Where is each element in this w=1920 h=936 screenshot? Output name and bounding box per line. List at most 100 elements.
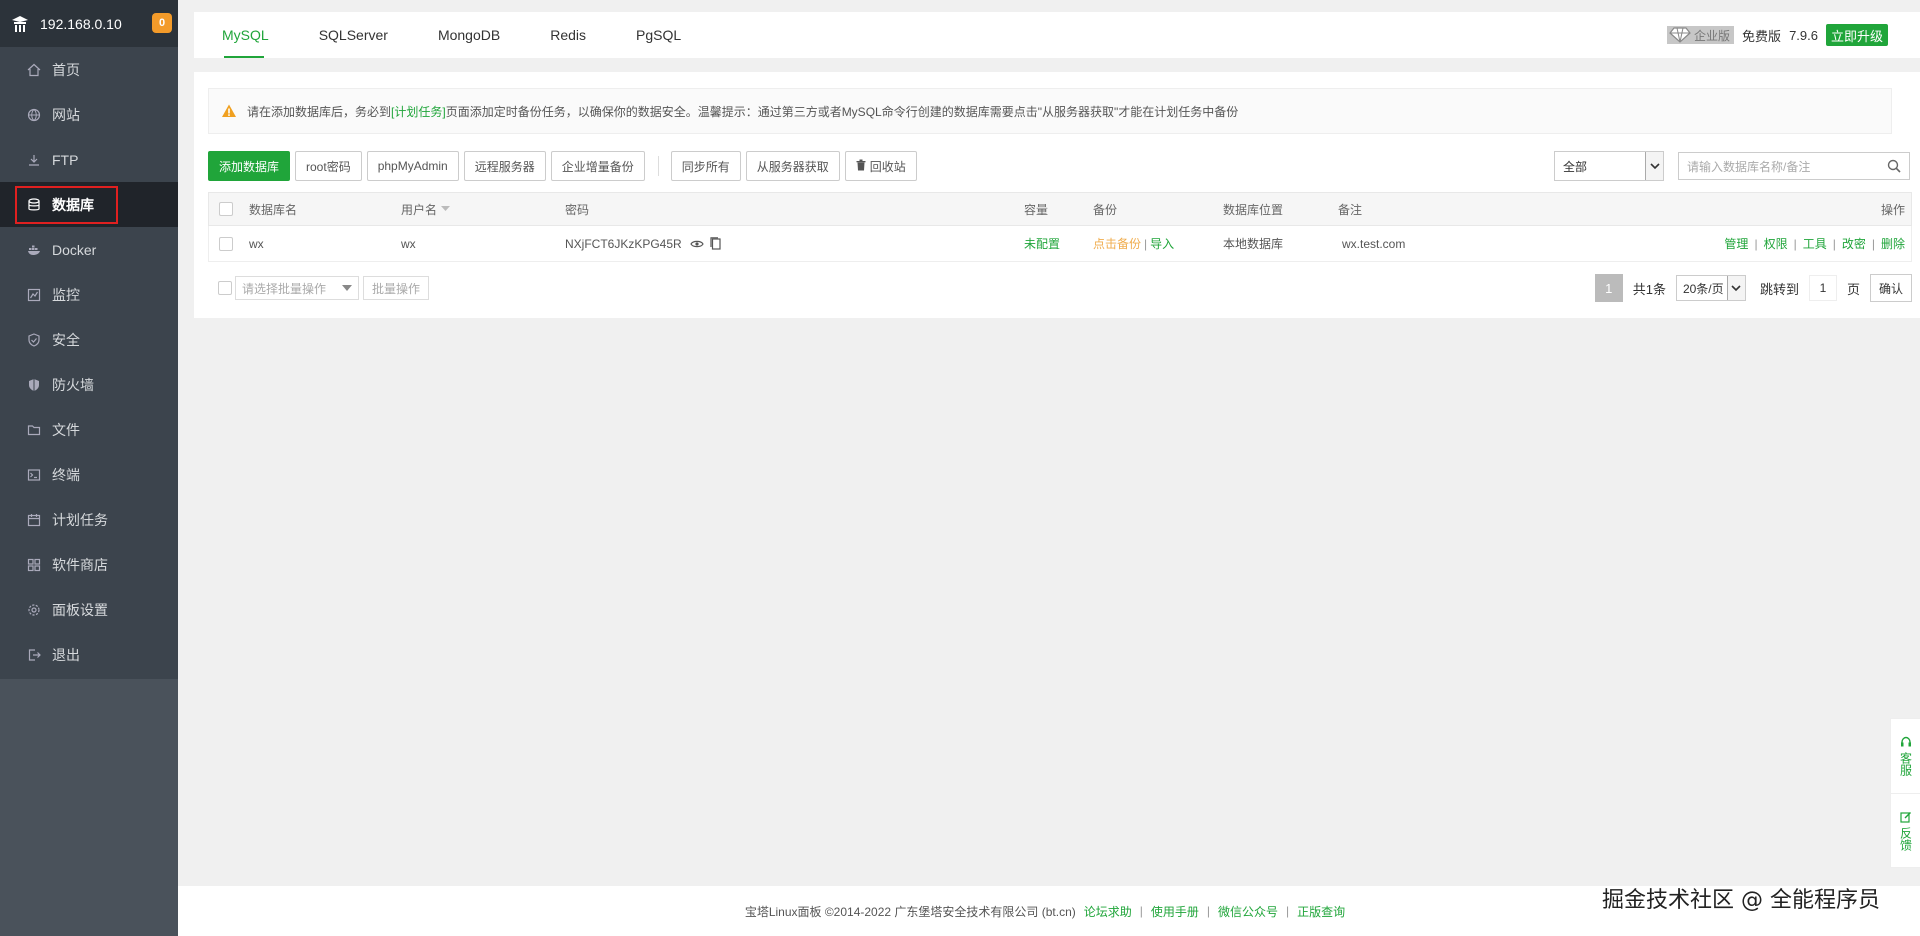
divider: | [1206,904,1211,918]
search-placeholder: 请输入数据库名称/备注 [1687,159,1811,174]
sidebar-item-monitor[interactable]: 监控 [0,272,178,317]
sidebar-item-docker[interactable]: Docker [0,227,178,272]
table-header: 数据库名 用户名 密码 容量 备份 数据库位置 备注 操作 [208,192,1912,226]
tab-mysql[interactable]: MySQL [194,12,294,58]
divider: | [1793,236,1797,251]
feedback-button[interactable]: 反馈 [1890,793,1920,867]
sidebar-item-ftp[interactable]: FTP [0,137,178,182]
logout-icon [26,647,42,663]
table-footer: 请选择批量操作 批量操作 1 共1条 20条/页 跳转到 1 页 确认 [208,273,1912,303]
sidebar-item-firewall[interactable]: 防火墙 [0,362,178,407]
root-password-button[interactable]: root密码 [295,151,362,181]
shield-icon [26,332,42,348]
batch-select-placeholder: 请选择批量操作 [242,281,327,296]
sidebar-item-terminal[interactable]: 终端 [0,452,178,497]
firewall-icon [26,377,42,393]
tab-sqlserver[interactable]: SQLServer [294,12,413,58]
header-name[interactable]: 数据库名 [249,193,297,225]
import-link[interactable]: 导入 [1150,235,1174,252]
sidebar-item-label: 计划任务 [52,511,108,528]
sidebar-item-settings[interactable]: 面板设置 [0,587,178,632]
delete-link[interactable]: 删除 [1881,235,1905,252]
license-check-link[interactable]: 正版查询 [1297,903,1345,920]
sidebar-footer-area [0,679,178,936]
notification-badge[interactable]: 0 [152,13,172,33]
sidebar-item-store[interactable]: 软件商店 [0,542,178,587]
sidebar-item-files[interactable]: 文件 [0,407,178,452]
table-row: wx wx NXjFCT6JKzKPG45R 未配置 点击备份 | 导入 本地数… [208,226,1912,262]
jump-page-input[interactable]: 1 [1808,275,1837,301]
db-remark[interactable]: wx.test.com [1342,226,1405,261]
gear-icon [26,602,42,618]
batch-select-checkbox[interactable] [218,281,232,295]
search-icon[interactable] [1887,159,1901,176]
copy-icon[interactable] [710,237,721,250]
ftp-icon [26,152,42,168]
permission-link[interactable]: 权限 [1764,235,1788,252]
tab-redis[interactable]: Redis [525,12,611,58]
cron-task-link[interactable]: [计划任务] [391,103,446,120]
incremental-backup-button[interactable]: 企业增量备份 [550,151,645,181]
db-filter-select[interactable]: 全部 [1554,151,1664,181]
add-database-button[interactable]: 添加数据库 [208,151,291,181]
enterprise-label: 企业版 [1694,28,1731,43]
capacity-unset-link[interactable]: 未配置 [1024,226,1060,261]
eye-icon[interactable] [690,239,704,249]
tab-pgsql[interactable]: PgSQL [611,12,706,58]
enterprise-badge[interactable]: 企业版 [1667,26,1735,44]
forum-link[interactable]: 论坛求助 [1084,903,1132,920]
sidebar-item-label: 文件 [52,421,80,438]
manage-link[interactable]: 管理 [1724,235,1748,252]
sidebar-item-database[interactable]: 数据库 [0,182,178,227]
toolbar-divider [657,156,659,176]
chevron-down-icon [1645,152,1663,180]
sidebar-item-home[interactable]: 首页 [0,47,178,92]
change-password-link[interactable]: 改密 [1842,235,1866,252]
batch-operation-button[interactable]: 批量操作 [363,276,430,300]
sidebar-item-logout[interactable]: 退出 [0,632,178,677]
backup-now-link[interactable]: 点击备份 [1093,235,1141,252]
phpmyadmin-button[interactable]: phpMyAdmin [366,151,459,181]
sync-all-button[interactable]: 同步所有 [670,151,741,181]
customer-service-button[interactable]: 客服 [1891,719,1920,793]
sidebar-item-website[interactable]: 网站 [0,92,178,137]
db-location: 本地数据库 [1223,237,1284,251]
jump-confirm-button[interactable]: 确认 [1869,274,1912,302]
version-info: 企业版 免费版 7.9.6 立即升级 [1667,12,1888,58]
page-size-value: 20条/页 [1682,281,1724,296]
recycle-bin-button[interactable]: 回收站 [844,151,917,181]
tools-link[interactable]: 工具 [1803,235,1827,252]
header-checkbox-cell [219,193,233,225]
current-page[interactable]: 1 [1594,274,1623,302]
chevron-down-icon [1726,276,1745,300]
divider: | [1754,236,1758,251]
fetch-from-server-button[interactable]: 从服务器获取 [745,151,840,181]
watermark: 掘金技术社区 @ 全能程序员 [1602,888,1880,913]
diamond-icon [1669,27,1691,43]
home-icon [26,62,42,78]
tab-mongodb[interactable]: MongoDB [413,12,525,58]
upgrade-button[interactable]: 立即升级 [1825,24,1888,46]
batch-operation-select[interactable]: 请选择批量操作 [235,276,359,300]
backup-notice: 请在添加数据库后，务必到 [计划任务] 页面添加定时备份任务，以确保你的数据安全… [208,88,1892,134]
sidebar-item-cron[interactable]: 计划任务 [0,497,178,542]
sidebar-item-security[interactable]: 安全 [0,317,178,362]
divider: | [1871,236,1875,251]
remote-server-button[interactable]: 远程服务器 [463,151,546,181]
header-user-cell[interactable]: 用户名 [401,193,451,225]
db-password-cell: NXjFCT6JKzKPG45R [565,226,721,261]
version-number: 7.9.6 [1789,27,1818,43]
calendar-icon [26,512,42,528]
row-checkbox[interactable] [219,236,233,251]
db-type-tabs: MySQL SQLServer MongoDB Redis PgSQL 企业版 … [194,12,1920,58]
sidebar-item-label: 安全 [52,331,80,348]
page-size-select[interactable]: 20条/页 [1675,275,1746,301]
wechat-link[interactable]: 微信公众号 [1218,903,1278,920]
search-input[interactable]: 请输入数据库名称/备注 [1678,152,1910,180]
manual-link[interactable]: 使用手册 [1151,903,1199,920]
select-all-checkbox[interactable] [219,202,233,216]
terminal-icon [26,467,42,483]
divider: | [1832,236,1836,251]
header-capacity: 容量 [1024,202,1049,217]
header-ops: 操作 [1880,202,1905,217]
